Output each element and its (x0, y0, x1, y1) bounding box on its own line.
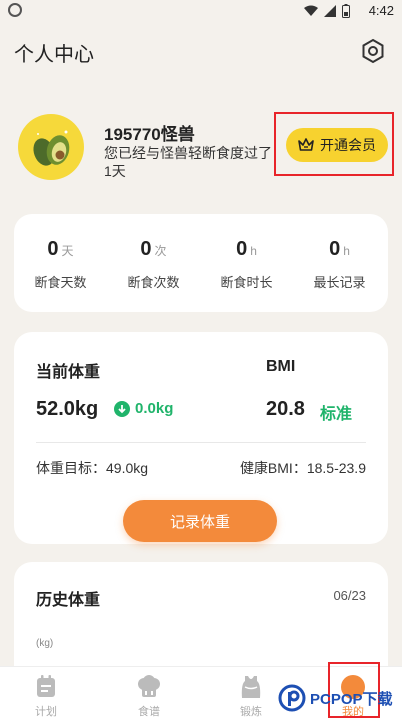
watermark: PCPOP下载 (278, 684, 393, 712)
tab-label: 计划 (35, 706, 57, 718)
tank-top-icon (241, 676, 261, 698)
avatar[interactable] (18, 114, 84, 180)
fasting-days-text: 您已经与怪兽轻断食度过了1天 (104, 145, 272, 179)
page-title: 个人中心 (14, 44, 94, 66)
clock: 4:42 (368, 3, 394, 18)
stat-value: 0 (329, 238, 341, 260)
profile-section: 195770怪兽 您已经与怪兽轻断食度过了1天 开通会员 (0, 108, 402, 192)
page-header: 个人中心 (0, 28, 402, 74)
tab-recipes[interactable]: 食谱 (99, 667, 199, 720)
tab-label: 食谱 (138, 706, 160, 718)
arrow-down-icon (114, 400, 130, 417)
calendar-icon (37, 675, 55, 697)
weight-goal[interactable]: 体重目标：49.0kg (36, 458, 148, 478)
history-date[interactable]: 06/23 (333, 588, 366, 603)
history-title: 历史体重 (36, 592, 101, 609)
weight-change: 0.0kg (114, 400, 173, 417)
battery-icon (342, 4, 350, 18)
status-bar: 4:42 (0, 0, 402, 24)
watermark-logo-icon (278, 684, 306, 712)
stat-label: 断食时长 (220, 275, 273, 290)
app-notification-icon (8, 3, 22, 17)
stat-value: 0 (47, 238, 59, 260)
bmi-label: BMI (266, 358, 296, 375)
crown-icon (298, 138, 314, 151)
stat-label: 断食次数 (127, 275, 180, 290)
vip-button[interactable]: 开通会员 (286, 128, 388, 162)
watermark-text: PCPOP下载 (310, 690, 393, 708)
stat-label: 最长记录 (313, 275, 366, 290)
stat-unit: 天 (61, 244, 74, 258)
vip-button-label: 开通会员 (320, 137, 376, 153)
current-weight-label: 当前体重 (36, 364, 101, 381)
stat-unit: 次 (154, 244, 167, 258)
stat-value: 0 (236, 238, 248, 260)
stat-value: 0 (140, 238, 152, 260)
chef-hat-icon (138, 675, 160, 697)
tab-plan[interactable]: 计划 (0, 667, 96, 720)
divider (36, 442, 366, 443)
fasting-stats-card: 0天 断食天数 0次 断食次数 0h 断食时长 0h 最长记录 (14, 214, 388, 312)
username: 195770怪兽 (104, 125, 195, 144)
weight-change-value: 0.0kg (135, 400, 174, 417)
settings-icon[interactable] (360, 38, 386, 64)
wifi-icon (304, 5, 318, 16)
record-weight-button[interactable]: 记录体重 (123, 500, 277, 542)
stat-unit: h (343, 244, 350, 258)
signal-icon (324, 5, 336, 17)
healthy-bmi-range: 健康BMI：18.5-23.9 (239, 460, 366, 476)
status-icons (304, 4, 350, 18)
stat-unit: h (250, 244, 257, 258)
bmi-status: 标准 (320, 406, 353, 423)
stat-label: 断食天数 (34, 275, 87, 290)
history-unit: (kg) (36, 638, 54, 649)
current-weight-value: 52.0kg (36, 398, 99, 420)
avocado-icon (33, 130, 70, 166)
bmi-value: 20.8 (266, 398, 305, 420)
